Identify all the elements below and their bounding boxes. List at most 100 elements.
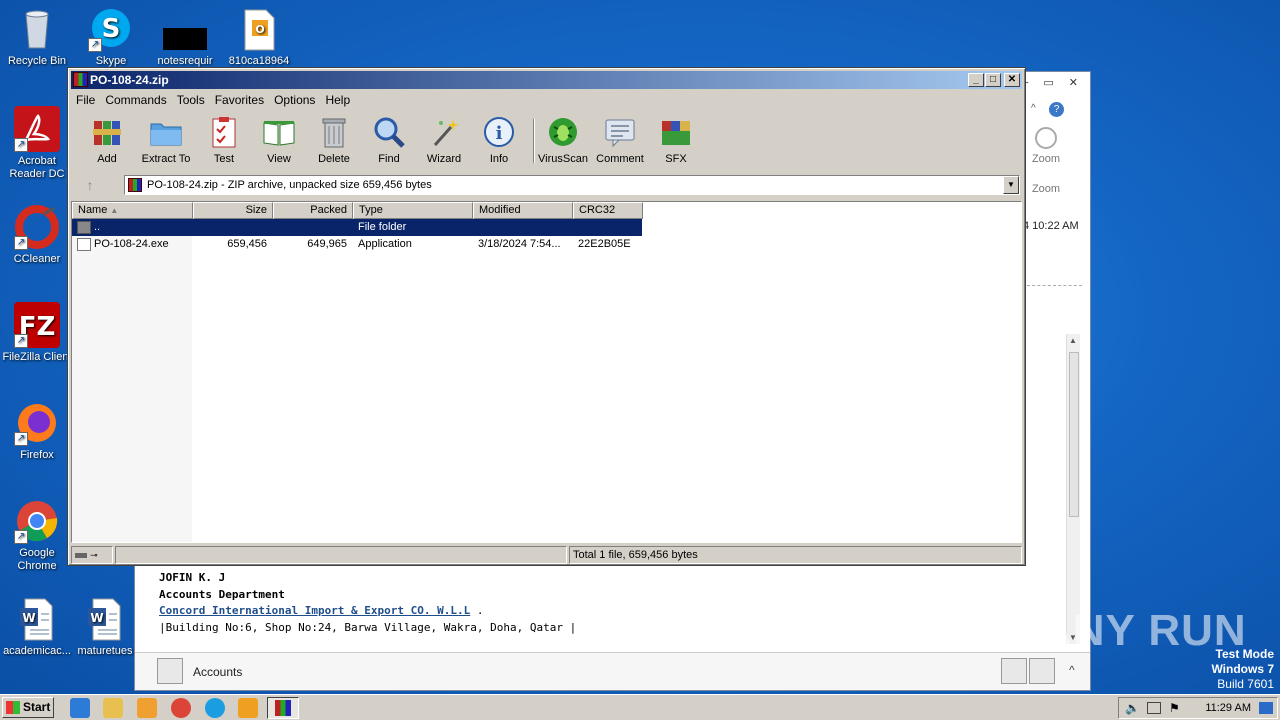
outlook-taskbar-icon[interactable] [238, 698, 258, 718]
info-button[interactable]: i Info [469, 115, 529, 165]
executable-file-icon [77, 238, 91, 251]
column-name[interactable]: Name ▲ [72, 202, 193, 219]
desktop-icon-chrome[interactable]: ↗ Google Chrome [0, 498, 74, 573]
edge-icon[interactable] [205, 698, 225, 718]
winrar-taskbar-icon [275, 700, 291, 716]
menu-help[interactable]: Help [320, 90, 355, 110]
desktop-icon-ccleaner[interactable]: ↗ CCleaner [0, 204, 74, 266]
menu-favorites[interactable]: Favorites [210, 90, 269, 110]
cell-name: .. [72, 219, 193, 236]
winrar-taskbar-button[interactable] [267, 697, 299, 719]
zoom-group-label: Zoom [1031, 183, 1061, 195]
dropdown-arrow-icon[interactable]: ▼ [1003, 176, 1019, 194]
volume-icon[interactable]: 🔈 [1125, 701, 1140, 715]
desktop-icon-recycle-bin[interactable]: Recycle Bin [0, 6, 74, 68]
virusscan-button[interactable]: VirusScan [533, 115, 593, 165]
desktop-icon-label: academicac... [3, 645, 71, 657]
expand-people-pane-icon[interactable]: ^ [1069, 663, 1075, 677]
scroll-thumb[interactable] [1069, 352, 1079, 517]
desktop-icon-maturetues[interactable]: W maturetues [68, 596, 142, 658]
help-icon[interactable]: ? [1049, 102, 1064, 117]
column-size[interactable]: Size [193, 202, 273, 219]
test-mode-line: Test Mode [1215, 647, 1274, 661]
svg-text:W: W [90, 611, 103, 625]
add-button[interactable]: Add [77, 115, 137, 165]
winrar-titlebar[interactable]: PO-108-24.zip _ □ ✕ [71, 71, 1022, 89]
file-list: Name ▲ Size Packed Type Modified CRC32 .… [71, 201, 1022, 543]
desktop-icon-filezilla[interactable]: FZ ↗ FileZilla Client [0, 302, 74, 364]
status-bar: ⊸ Total 1 file, 659,456 bytes [71, 546, 1022, 564]
contact-avatar-icon[interactable] [1001, 658, 1027, 684]
menu-options[interactable]: Options [269, 90, 320, 110]
menu-file[interactable]: File [71, 90, 100, 110]
desktop-icon-label: maturetues [77, 645, 133, 657]
action-center-flag-icon[interactable]: ⚑ [1169, 701, 1180, 715]
column-type[interactable]: Type [353, 202, 473, 219]
maximize-button[interactable]: □ [985, 73, 1001, 87]
message-scrollbar[interactable]: ▲ ▼ [1066, 334, 1080, 644]
chrome-taskbar-icon[interactable] [171, 698, 191, 718]
desktop-icon-810ca18964[interactable]: O 810ca18964 [222, 6, 296, 68]
collapse-ribbon-icon[interactable]: ^ [1031, 103, 1036, 114]
column-label: Name [78, 204, 108, 216]
word-document-icon: W [82, 596, 128, 642]
tool-label: Info [489, 153, 509, 165]
menu-tools[interactable]: Tools [172, 90, 210, 110]
start-button[interactable]: Start [2, 697, 54, 718]
start-label: Start [23, 700, 51, 714]
show-desktop-icon[interactable] [1259, 702, 1273, 714]
drive-status-icon[interactable]: ⊸ [71, 546, 113, 564]
svg-text:O: O [255, 23, 264, 36]
wizard-button[interactable]: Wizard [414, 115, 474, 165]
desktop-icon-acrobat[interactable]: ↗ Acrobat Reader DC [0, 106, 74, 181]
explorer-icon[interactable] [103, 698, 123, 718]
comment-button[interactable]: Comment [590, 115, 650, 165]
cell-packed [273, 219, 347, 236]
address-bar: ↑ PO-108-24.zip - ZIP archive, unpacked … [73, 174, 1022, 196]
find-button[interactable]: Find [359, 115, 419, 165]
delete-button[interactable]: Delete [304, 115, 364, 165]
extract-to-button[interactable]: Extract To [136, 115, 196, 165]
outlook-window-controls[interactable]: ─ ▭ ✕ [1020, 76, 1084, 89]
up-arrow-icon[interactable]: ↑ [79, 177, 101, 194]
cell-modified: 3/18/2024 7:54... [478, 238, 561, 250]
clock[interactable]: 11:29 AM [1205, 702, 1251, 714]
add-icon [90, 115, 124, 149]
view-book-icon [262, 115, 296, 149]
minimize-button[interactable]: _ [968, 73, 984, 87]
zoom-button[interactable]: Zoom Zoom [1028, 127, 1064, 195]
table-row[interactable]: PO-108-24.exe 659,456 649,965 Applicatio… [72, 236, 642, 253]
desktop-icon-notesrequir[interactable]: notesrequir [148, 6, 222, 68]
test-button[interactable]: Test [194, 115, 254, 165]
contact-avatar-icon[interactable] [1029, 658, 1055, 684]
media-player-icon[interactable] [137, 698, 157, 718]
sfx-button[interactable]: SFX [646, 115, 706, 165]
desktop-icon-academicac[interactable]: W academicac... [0, 596, 74, 658]
archive-path-combobox[interactable]: PO-108-24.zip - ZIP archive, unpacked si… [124, 175, 1020, 195]
ie-icon[interactable] [70, 698, 90, 718]
menu-commands[interactable]: Commands [100, 90, 171, 110]
file-list-header: Name ▲ Size Packed Type Modified CRC32 [72, 202, 1021, 219]
zoom-magnifier-icon [1035, 127, 1057, 149]
close-button[interactable]: ✕ [1004, 73, 1020, 87]
cell-name: PO-108-24.exe [72, 236, 193, 253]
column-crc32[interactable]: CRC32 [573, 202, 643, 219]
desktop-icon-firefox[interactable]: ↗ Firefox [0, 400, 74, 462]
sent-time: 4 10:22 AM [1023, 220, 1079, 232]
view-button[interactable]: View [249, 115, 309, 165]
signature-company-link[interactable]: Concord International Import & Export CO… [159, 604, 470, 617]
acrobat-icon: ↗ [14, 106, 60, 152]
desktop-icon-skype[interactable]: S ↗ Skype [74, 6, 148, 68]
column-modified[interactable]: Modified [473, 202, 573, 219]
sort-ascending-icon: ▲ [110, 206, 119, 215]
winrar-window: PO-108-24.zip _ □ ✕ File Commands Tools Favor… [67, 67, 1026, 566]
network-icon[interactable] [1147, 702, 1161, 714]
scroll-up-icon[interactable]: ▲ [1069, 336, 1077, 345]
winrar-app-icon [73, 72, 88, 87]
filezilla-icon: FZ ↗ [14, 302, 60, 348]
svg-text:i: i [496, 123, 503, 144]
cell-size [193, 219, 267, 236]
parent-folder-icon [77, 221, 91, 234]
column-packed[interactable]: Packed [273, 202, 353, 219]
table-row[interactable]: .. File folder [72, 219, 642, 236]
